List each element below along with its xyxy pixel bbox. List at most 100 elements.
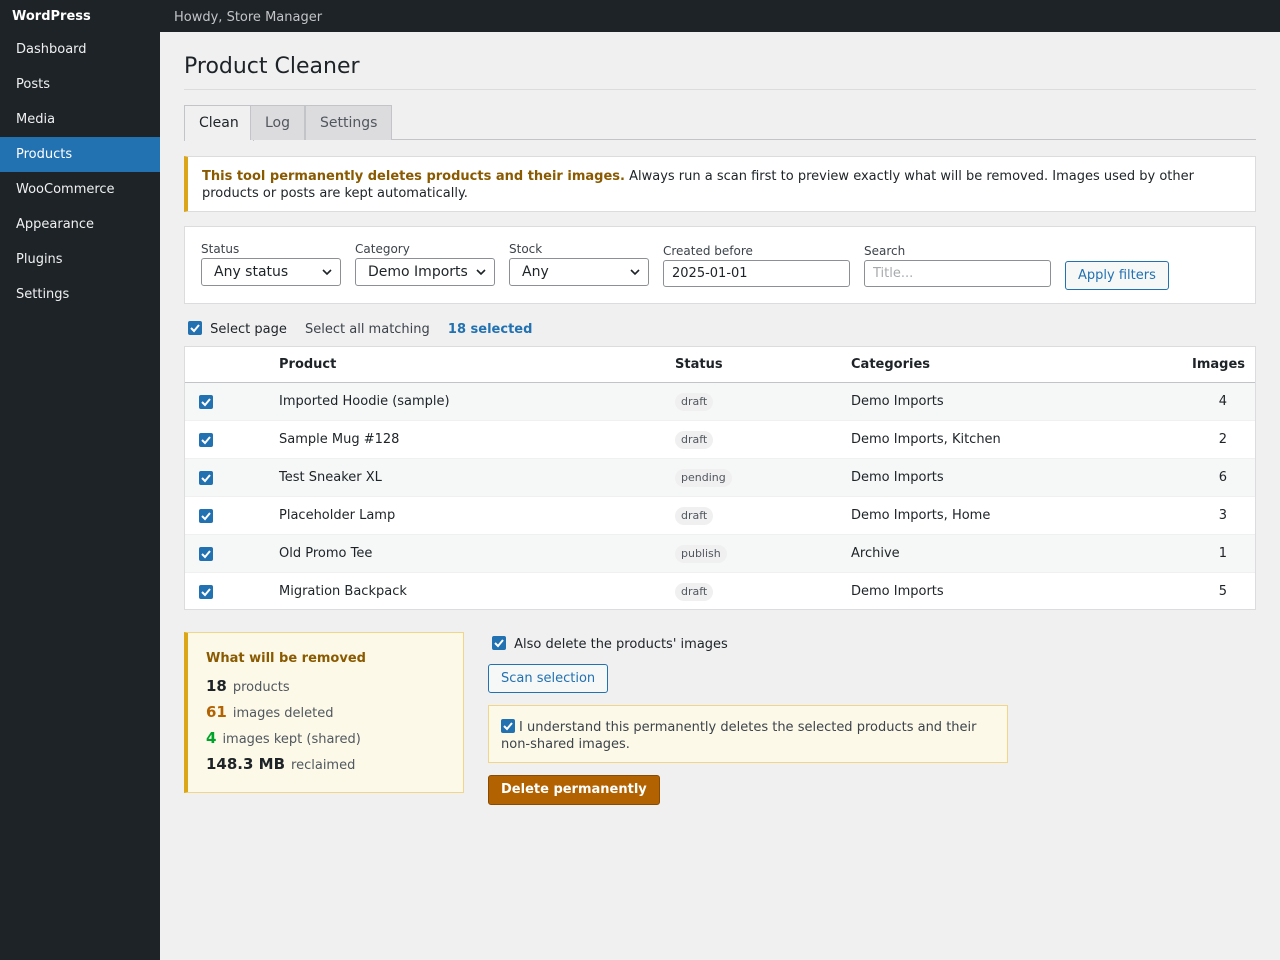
delete-permanently-button[interactable]: Delete permanently bbox=[488, 775, 660, 805]
summary-size: 148.3 MB reclaimed bbox=[206, 755, 355, 773]
checkmark-icon bbox=[201, 588, 211, 597]
reclaimed-size: 148.3 MB bbox=[206, 755, 286, 773]
sidebar-item-woocommerce[interactable]: WooCommerce bbox=[0, 172, 160, 207]
table-row: Placeholder Lamp draft Demo Imports, Hom… bbox=[185, 497, 1255, 535]
products-label: products bbox=[232, 680, 290, 695]
category-select[interactable]: Demo Imports bbox=[355, 258, 495, 286]
table-header: Product Status Categories Images bbox=[185, 347, 1255, 383]
tab-clean[interactable]: Clean bbox=[184, 105, 254, 141]
row-checkbox[interactable] bbox=[199, 471, 213, 485]
also-delete-images-checkbox[interactable] bbox=[492, 636, 506, 650]
status-badge: draft bbox=[675, 431, 714, 449]
scan-selection-button[interactable]: Scan selection bbox=[488, 664, 609, 693]
checkmark-icon bbox=[190, 324, 200, 333]
status-cell: publish bbox=[675, 535, 727, 573]
selection-bar: Select page Select all matching 18 selec… bbox=[184, 320, 532, 340]
row-checkbox[interactable] bbox=[199, 395, 213, 409]
sidebar-item-dashboard[interactable]: Dashboard bbox=[0, 32, 160, 67]
table-row: Migration Backpack draft Demo Imports 5 bbox=[185, 573, 1255, 611]
row-checkbox[interactable] bbox=[199, 433, 213, 447]
confirm-text[interactable]: I understand this permanently deletes th… bbox=[501, 720, 976, 752]
status-badge: draft bbox=[675, 393, 714, 411]
sidebar-item-settings[interactable]: Settings bbox=[0, 277, 160, 312]
summary-kept: 4 images kept (shared) bbox=[206, 729, 361, 747]
created-before-input[interactable] bbox=[663, 260, 850, 287]
confirm-box: I understand this permanently deletes th… bbox=[488, 705, 1008, 763]
product-categories: Demo Imports bbox=[851, 394, 944, 409]
admin-sidebar: WordPress Dashboard Posts Media Products… bbox=[0, 0, 160, 960]
notice-strong: This tool permanently deletes products a… bbox=[202, 169, 625, 184]
status-select-value: Any status bbox=[214, 264, 289, 280]
status-badge: draft bbox=[675, 507, 714, 525]
stock-select[interactable]: Any bbox=[509, 258, 649, 286]
image-count: 6 bbox=[1218, 470, 1227, 485]
images-kept-count: 4 bbox=[206, 729, 217, 747]
admin-bar: Howdy, Store Manager bbox=[160, 0, 1280, 32]
wordpress-brand[interactable]: WordPress bbox=[0, 0, 160, 32]
checkmark-icon bbox=[494, 639, 504, 648]
status-cell: draft bbox=[675, 421, 714, 459]
sidebar-item-appearance[interactable]: Appearance bbox=[0, 207, 160, 242]
image-count: 5 bbox=[1218, 584, 1227, 599]
product-name[interactable]: Placeholder Lamp bbox=[279, 497, 395, 535]
product-name[interactable]: Imported Hoodie (sample) bbox=[279, 383, 450, 421]
row-checkbox[interactable] bbox=[199, 547, 213, 561]
search-input[interactable] bbox=[864, 260, 1051, 287]
tab-settings[interactable]: Settings bbox=[305, 105, 393, 140]
checkmark-icon bbox=[201, 474, 211, 483]
row-checkbox[interactable] bbox=[199, 585, 213, 599]
table-row: Sample Mug #128 draft Demo Imports, Kitc… bbox=[185, 421, 1255, 459]
images-deleted-count: 61 bbox=[206, 703, 227, 721]
product-categories: Demo Imports, Kitchen bbox=[851, 432, 1001, 447]
apply-filters-button[interactable]: Apply filters bbox=[1065, 261, 1169, 290]
created-before-label: Created before bbox=[663, 244, 753, 258]
category-select-value: Demo Imports bbox=[368, 264, 468, 280]
image-count: 2 bbox=[1218, 432, 1227, 447]
product-categories: Demo Imports bbox=[851, 584, 944, 599]
status-filter: Status Any status bbox=[201, 242, 341, 286]
image-count: 1 bbox=[1218, 546, 1227, 561]
select-page-label[interactable]: Select page bbox=[210, 322, 287, 337]
select-all-matching-link[interactable]: Select all matching bbox=[305, 322, 430, 337]
image-count: 4 bbox=[1218, 394, 1227, 409]
status-cell: draft bbox=[675, 497, 714, 535]
products-count: 18 bbox=[206, 677, 227, 695]
product-name[interactable]: Old Promo Tee bbox=[279, 535, 372, 573]
header-categories[interactable]: Categories bbox=[851, 347, 930, 383]
status-badge: pending bbox=[675, 469, 732, 487]
search-filter: Search bbox=[864, 244, 1051, 287]
images-kept-label: images kept (shared) bbox=[222, 732, 361, 747]
product-name[interactable]: Migration Backpack bbox=[279, 573, 407, 611]
header-images[interactable]: Images bbox=[1192, 347, 1245, 383]
user-greeting[interactable]: Howdy, Store Manager bbox=[174, 10, 322, 25]
tab-log[interactable]: Log bbox=[250, 105, 306, 140]
sidebar-item-media[interactable]: Media bbox=[0, 102, 160, 137]
confirm-checkbox[interactable] bbox=[501, 719, 515, 733]
checkmark-icon bbox=[201, 550, 211, 559]
also-delete-images-option: Also delete the products' images bbox=[492, 636, 728, 652]
table-row: Imported Hoodie (sample) draft Demo Impo… bbox=[185, 383, 1255, 421]
image-count: 3 bbox=[1218, 508, 1227, 523]
status-cell: draft bbox=[675, 383, 714, 421]
tab-bar: Clean Log Settings bbox=[184, 90, 1256, 141]
sidebar-item-plugins[interactable]: Plugins bbox=[0, 242, 160, 277]
stock-filter-label: Stock bbox=[509, 242, 543, 256]
product-name[interactable]: Test Sneaker XL bbox=[279, 459, 382, 497]
header-product[interactable]: Product bbox=[279, 347, 336, 383]
header-status[interactable]: Status bbox=[675, 347, 723, 383]
selected-count: 18 selected bbox=[447, 322, 533, 337]
category-filter-label: Category bbox=[355, 242, 410, 256]
chevron-down-icon bbox=[476, 269, 486, 276]
row-checkbox[interactable] bbox=[199, 509, 213, 523]
also-delete-images-label[interactable]: Also delete the products' images bbox=[514, 637, 728, 652]
table-row: Test Sneaker XL pending Demo Imports 6 bbox=[185, 459, 1255, 497]
created-before-filter: Created before bbox=[663, 244, 850, 287]
sidebar-item-posts[interactable]: Posts bbox=[0, 67, 160, 102]
product-name[interactable]: Sample Mug #128 bbox=[279, 421, 399, 459]
sidebar-item-products[interactable]: Products bbox=[0, 137, 160, 172]
category-filter: Category Demo Imports bbox=[355, 242, 495, 286]
select-page-checkbox[interactable] bbox=[188, 321, 202, 335]
status-badge: draft bbox=[675, 583, 714, 601]
main-content: Product Cleaner Clean Log Settings This … bbox=[184, 32, 1256, 805]
status-select[interactable]: Any status bbox=[201, 258, 341, 286]
